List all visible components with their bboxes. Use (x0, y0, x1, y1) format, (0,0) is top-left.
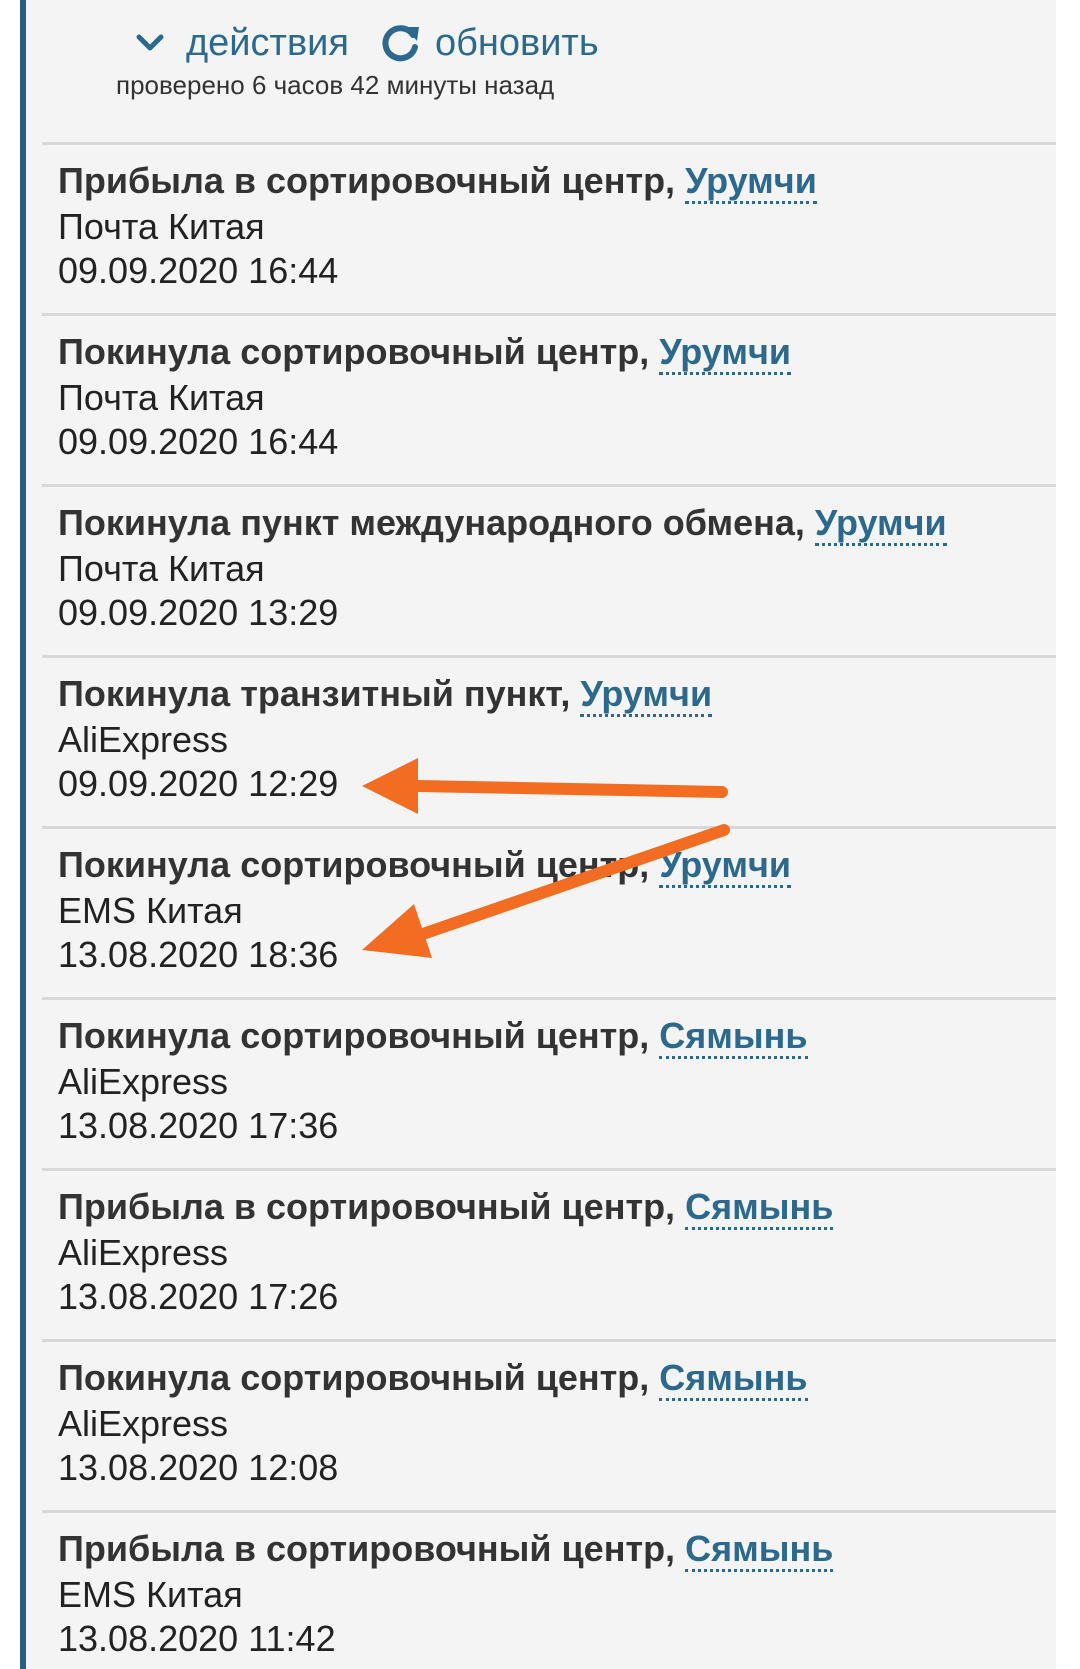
event-location-link[interactable]: Сямынь (685, 1186, 834, 1230)
tracking-event: Покинула сортировочный центр, Урумчи Поч… (42, 313, 1056, 484)
refresh-button[interactable]: обновить (381, 16, 599, 70)
tracking-event: Покинула сортировочный центр, Урумчи EMS… (42, 826, 1056, 997)
tracking-event: Покинула пункт международного обмена, Ур… (42, 484, 1056, 655)
event-title: Покинула пункт международного обмена, Ур… (58, 502, 1056, 547)
event-date: 13.08.2020 17:26 (58, 1276, 339, 1317)
event-title: Прибыла в сортировочный центр, Сямынь (58, 1528, 1056, 1573)
event-date: 09.09.2020 16:44 (58, 421, 339, 462)
tracking-panel: действия обновить проверено 6 часов 42 м… (20, 0, 1056, 1669)
event-title: Прибыла в сортировочный центр, Сямынь (58, 1186, 1056, 1231)
event-location-link[interactable]: Сямынь (659, 1015, 808, 1059)
event-title: Покинула сортировочный центр, Сямынь (58, 1015, 1056, 1060)
event-location-link[interactable]: Урумчи (685, 160, 817, 204)
event-title: Прибыла в сортировочный центр, Урумчи (58, 160, 1056, 205)
event-location-link[interactable]: Сямынь (659, 1357, 808, 1401)
event-date: 13.08.2020 12:08 (58, 1447, 339, 1488)
event-carrier: EMS Китая (58, 1574, 243, 1615)
event-date: 13.08.2020 17:36 (58, 1105, 339, 1146)
event-carrier: EMS Китая (58, 890, 243, 931)
event-location-link[interactable]: Урумчи (580, 673, 713, 717)
refresh-icon (381, 23, 421, 63)
tracking-event: Покинула сортировочный центр, Сямынь Ali… (42, 997, 1056, 1168)
tracking-event: Прибыла в сортировочный центр, Сямынь EM… (42, 1510, 1056, 1669)
event-carrier: AliExpress (58, 1403, 229, 1444)
tracking-events-list: Прибыла в сортировочный центр, Урумчи По… (42, 142, 1056, 1669)
actions-label: действия (186, 21, 349, 64)
event-date: 09.09.2020 12:29 (58, 763, 339, 804)
event-title: Покинула сортировочный центр, Урумчи (58, 844, 1056, 889)
event-location-link[interactable]: Урумчи (814, 502, 947, 546)
event-location-link[interactable]: Сямынь (685, 1528, 834, 1572)
last-checked-text: проверено 6 часов 42 минуты назад (116, 70, 555, 100)
toolbar: действия обновить проверено 6 часов 42 м… (26, 0, 1056, 142)
event-date: 09.09.2020 16:44 (58, 250, 339, 291)
actions-button[interactable]: действия (136, 16, 349, 70)
tracking-event: Покинула транзитный пункт, Урумчи AliExp… (42, 655, 1056, 826)
event-title: Покинула транзитный пункт, Урумчи (58, 673, 1056, 718)
event-title: Покинула сортировочный центр, Сямынь (58, 1357, 1056, 1402)
event-date: 13.08.2020 11:42 (58, 1618, 336, 1659)
event-date: 13.08.2020 18:36 (58, 934, 339, 975)
tracking-event: Прибыла в сортировочный центр, Сямынь Al… (42, 1168, 1056, 1339)
refresh-label: обновить (435, 21, 599, 64)
event-date: 09.09.2020 13:29 (58, 592, 339, 633)
event-carrier: Почта Китая (58, 206, 265, 247)
event-location-link[interactable]: Урумчи (659, 331, 792, 375)
tracking-event: Покинула сортировочный центр, Сямынь Ali… (42, 1339, 1056, 1510)
event-location-link[interactable]: Урумчи (659, 844, 792, 888)
event-carrier: AliExpress (58, 1061, 229, 1102)
event-carrier: Почта Китая (58, 548, 265, 589)
tracking-event: Прибыла в сортировочный центр, Урумчи По… (42, 142, 1056, 313)
chevron-down-icon (136, 34, 164, 52)
event-carrier: AliExpress (58, 719, 229, 760)
event-carrier: Почта Китая (58, 377, 265, 418)
event-title: Покинула сортировочный центр, Урумчи (58, 331, 1056, 376)
event-carrier: AliExpress (58, 1232, 229, 1273)
